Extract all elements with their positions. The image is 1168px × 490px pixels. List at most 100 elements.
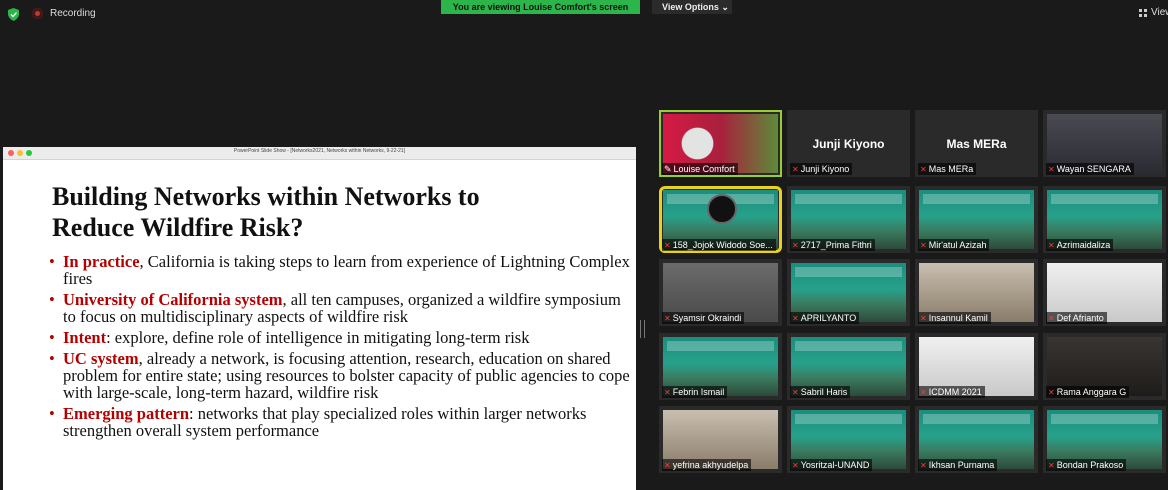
participant-tile[interactable]: ✕ yefrina akhyudelpa xyxy=(659,406,782,473)
participant-tile[interactable]: ✕ Wayan SENGARA xyxy=(1043,110,1166,177)
participant-tile[interactable]: ✕ Def Afrianto xyxy=(1043,259,1166,326)
recording-label: Recording xyxy=(50,8,96,19)
participant-name-label: ✕ 158_Jojok Widodo Soe... xyxy=(662,239,776,251)
slide-bullet: • Intent: explore, define role of intelli… xyxy=(49,329,634,346)
bullet-dot-icon: • xyxy=(49,252,55,271)
participant-name-label: ✕ Yosritzal-UNAND xyxy=(790,459,873,471)
conference-banner xyxy=(795,267,902,277)
participant-tile[interactable]: ✕ APRILYANTO xyxy=(787,259,910,326)
participant-name-label: ✕ Febrin Ismail xyxy=(662,386,728,398)
bullet-text: , already a network, is focusing attenti… xyxy=(63,349,630,402)
participant-tile[interactable]: ✕ Rama Anggara G xyxy=(1043,333,1166,400)
participant-name-label: ✕ APRILYANTO xyxy=(790,312,860,324)
bullet-dot-icon: • xyxy=(49,404,55,423)
participant-name-label: ✕ Sabril Haris xyxy=(790,386,851,398)
muted-mic-icon: ✕ xyxy=(1048,165,1055,174)
participant-tile[interactable]: ✕ Syamsir Okraindi xyxy=(659,259,782,326)
participant-name-label: ✕ Junji Kiyono xyxy=(790,163,853,175)
muted-mic-icon: ✕ xyxy=(664,314,671,323)
participant-name-label: ✕ Ikhsan Purnama xyxy=(918,459,998,471)
participant-name-label: ✕ Mas MERa xyxy=(918,163,977,175)
participant-big-name: Junji Kiyono xyxy=(812,137,885,151)
conference-banner xyxy=(795,341,902,351)
participant-name-label: ✎ Louise Comfort xyxy=(662,163,738,175)
security-shield-icon[interactable] xyxy=(8,8,19,21)
muted-mic-icon: ✕ xyxy=(1048,461,1055,470)
bullet-keyword: Intent xyxy=(63,328,107,347)
participant-tile[interactable]: ✕ ICDMM 2021 xyxy=(915,333,1038,400)
bullet-text: : explore, define role of intelligence i… xyxy=(106,328,530,347)
participant-name-label: ✕ Bondan Prakoso xyxy=(1046,459,1127,471)
participant-name-label: ✕ ICDMM 2021 xyxy=(918,386,985,398)
participant-tile[interactable]: ✎ Louise Comfort xyxy=(659,110,782,177)
bullet-dot-icon: • xyxy=(49,328,55,347)
view-options-button[interactable]: View Options ⌄ xyxy=(652,0,732,14)
muted-mic-icon: ✕ xyxy=(920,314,927,323)
participant-name-label: ✕ Azrimaidaliza xyxy=(1046,239,1114,251)
muted-mic-icon: ✕ xyxy=(664,388,671,397)
participant-name-label: ✕ Wayan SENGARA xyxy=(1046,163,1134,175)
participant-tile[interactable]: ✕ Insannul Kamil xyxy=(915,259,1038,326)
participant-name-label: ✕ Mir'atul Azizah xyxy=(918,239,990,251)
camera-shutter-icon xyxy=(707,194,737,224)
participant-name-label: ✕ Rama Anggara G xyxy=(1046,386,1130,398)
muted-mic-icon: ✕ xyxy=(664,461,671,470)
shared-slide-window: PowerPoint Slide Show - [Networks2021, N… xyxy=(3,147,636,490)
participant-name-label: ✕ Def Afrianto xyxy=(1046,312,1107,324)
conference-banner xyxy=(795,414,902,424)
recording-icon[interactable] xyxy=(32,8,43,19)
participant-tile[interactable]: ✕ Yosritzal-UNAND xyxy=(787,406,910,473)
bullet-dot-icon: • xyxy=(49,349,55,368)
participant-tile[interactable]: ✕ Bondan Prakoso xyxy=(1043,406,1166,473)
muted-mic-icon: ✕ xyxy=(792,388,799,397)
conference-banner xyxy=(795,194,902,204)
participant-big-name: Mas MERa xyxy=(946,137,1007,151)
view-button[interactable]: View xyxy=(1151,7,1168,18)
muted-mic-icon: ✕ xyxy=(920,165,927,174)
muted-mic-icon: ✕ xyxy=(920,388,927,397)
bullet-text: , California is taking steps to learn fr… xyxy=(63,252,630,288)
chevron-down-icon: ⌄ xyxy=(718,2,729,12)
slide-bullet: • University of California system, all te… xyxy=(49,291,634,325)
screen-share-banner: You are viewing Louise Comfort's screen xyxy=(441,0,640,14)
participant-tile[interactable]: ✕ Azrimaidaliza xyxy=(1043,186,1166,253)
slide-title-line-1: Building Networks within Networks to xyxy=(52,182,480,211)
gallery-grid-icon[interactable] xyxy=(1139,9,1147,17)
pin-icon: ✎ xyxy=(664,164,672,174)
bullet-dot-icon: • xyxy=(49,290,55,309)
participant-tile[interactable]: Mas MERa ✕ Mas MERa xyxy=(915,110,1038,177)
conference-banner xyxy=(667,341,774,351)
participant-tile[interactable]: ✕ Ikhsan Purnama xyxy=(915,406,1038,473)
muted-mic-icon: ✕ xyxy=(792,165,799,174)
muted-mic-icon: ✕ xyxy=(792,241,799,250)
participant-tile[interactable]: ✕ Mir'atul Azizah xyxy=(915,186,1038,253)
participant-tile[interactable]: ✕ Sabril Haris xyxy=(787,333,910,400)
participant-name-label: ✕ yefrina akhyudelpa xyxy=(662,459,752,471)
split-view-drag-handle[interactable] xyxy=(640,320,645,338)
meeting-top-bar: Recording You are viewing Louise Comfort… xyxy=(0,0,1168,28)
participant-name-label: ✕ Insannul Kamil xyxy=(918,312,991,324)
conference-banner xyxy=(923,414,1030,424)
muted-mic-icon: ✕ xyxy=(920,461,927,470)
slide-bullet: • Emerging pattern: networks that play sp… xyxy=(49,405,634,439)
slide-title: Building Networks within Networks to Red… xyxy=(52,181,612,243)
conference-banner xyxy=(1051,194,1158,204)
muted-mic-icon: ✕ xyxy=(1048,314,1055,323)
view-options-label: View Options xyxy=(662,2,719,12)
conference-banner xyxy=(923,194,1030,204)
muted-mic-icon: ✕ xyxy=(920,241,927,250)
muted-mic-icon: ✕ xyxy=(664,241,671,250)
participant-tile[interactable]: Junji Kiyono ✕ Junji Kiyono xyxy=(787,110,910,177)
participant-tile[interactable]: ✕ 2717_Prima Fithri xyxy=(787,186,910,253)
participant-tile[interactable]: ✕ 158_Jojok Widodo Soe... xyxy=(659,186,782,253)
slide-bullet: • In practice, California is taking steps… xyxy=(49,253,634,287)
slide-window-title: PowerPoint Slide Show - [Networks2021, N… xyxy=(233,148,406,154)
muted-mic-icon: ✕ xyxy=(792,461,799,470)
participant-tile[interactable]: ✕ Febrin Ismail xyxy=(659,333,782,400)
muted-mic-icon: ✕ xyxy=(792,314,799,323)
muted-mic-icon: ✕ xyxy=(1048,241,1055,250)
slide-bullet-list: • In practice, California is taking steps… xyxy=(49,253,634,443)
slide-title-line-2: Reduce Wildfire Risk? xyxy=(52,213,304,242)
slide-bullet: • UC system, already a network, is focusi… xyxy=(49,350,634,401)
participant-name-label: ✕ Syamsir Okraindi xyxy=(662,312,745,324)
